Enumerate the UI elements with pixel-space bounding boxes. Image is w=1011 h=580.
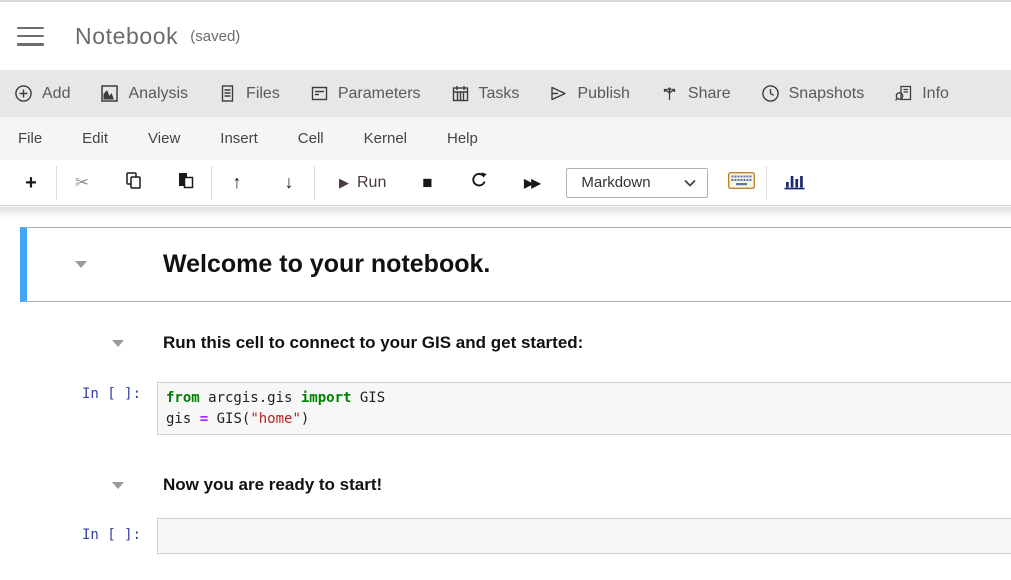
markdown-heading-1: Welcome to your notebook. [163, 250, 490, 279]
markdown-heading-3: Run this cell to connect to your GIS and… [163, 333, 583, 353]
fast-forward-icon: ▶▶ [524, 176, 538, 190]
page-title: Notebook [75, 23, 178, 50]
code-input-area-empty[interactable] [157, 518, 1011, 554]
app-header: Notebook (saved) [0, 2, 1011, 70]
cell-toolbar: + ✂ ↑ ↓ ▶ Run ■ ▶▶ Markdown [0, 160, 1011, 206]
cell-type-value: Markdown [581, 174, 650, 191]
restart-kernel-button[interactable] [464, 168, 494, 198]
toolbar-item-tasks[interactable]: Tasks [451, 84, 520, 103]
scissors-icon: ✂ [75, 173, 89, 193]
esri-toolbar: Add Analysis Files Parameters Tasks Publ… [0, 70, 1011, 117]
toolbar-item-label: Share [688, 85, 731, 103]
toolbar-divider [766, 166, 767, 200]
bar-chart-icon [783, 171, 806, 195]
collapse-toggle-icon[interactable] [112, 482, 124, 489]
toolbar-divider [314, 166, 315, 200]
move-cell-up-button[interactable]: ↑ [222, 168, 252, 198]
cut-cell-button[interactable]: ✂ [67, 168, 97, 198]
toolbar-item-label: Info [922, 85, 949, 103]
cell-type-dropdown[interactable]: Markdown [566, 168, 708, 198]
code-input-area[interactable]: from arcgis.gis import GISgis = GIS("hom… [157, 382, 1011, 435]
share-icon [660, 84, 679, 103]
arrow-down-icon: ↓ [285, 172, 294, 193]
toolbar-item-analysis[interactable]: Analysis [100, 84, 188, 103]
parameters-icon [310, 84, 329, 103]
toolbar-item-label: Analysis [128, 85, 188, 103]
open-analysis-view-button[interactable] [779, 168, 809, 198]
notebook-menu-bar: File Edit View Insert Cell Kernel Help [0, 117, 1011, 160]
plus-icon: + [25, 173, 37, 193]
toolbar-item-snapshots[interactable]: Snapshots [761, 84, 865, 103]
collapse-toggle-icon[interactable] [75, 261, 87, 268]
toolbar-item-info[interactable]: Info [894, 84, 949, 103]
keyboard-icon [728, 172, 755, 194]
files-icon [218, 84, 237, 103]
add-cell-button[interactable]: + [16, 168, 46, 198]
toolbar-item-publish[interactable]: Publish [549, 84, 629, 103]
copy-icon [125, 171, 143, 194]
interrupt-kernel-button[interactable]: ■ [412, 168, 442, 198]
info-icon [894, 84, 913, 103]
menu-help[interactable]: Help [447, 130, 478, 147]
menu-cell[interactable]: Cell [298, 130, 324, 147]
input-prompt: In [ ]: [82, 527, 141, 543]
plus-circle-icon [14, 84, 33, 103]
paste-cell-button[interactable] [171, 168, 201, 198]
toolbar-item-label: Files [246, 85, 280, 103]
toolbar-item-label: Publish [577, 85, 629, 103]
publish-icon [549, 84, 568, 103]
chevron-down-icon [684, 174, 696, 192]
toolbar-item-label: Parameters [338, 85, 421, 103]
toolbar-divider [211, 166, 212, 200]
notebook-content: Welcome to your notebook. Run this cell … [0, 207, 1011, 580]
toolbar-shadow [0, 207, 1011, 218]
copy-cell-button[interactable] [119, 168, 149, 198]
toolbar-item-share[interactable]: Share [660, 84, 731, 103]
toolbar-item-label: Add [42, 85, 70, 103]
input-prompt: In [ ]: [82, 386, 141, 402]
markdown-heading-3: Now you are ready to start! [163, 475, 382, 495]
toolbar-item-label: Tasks [479, 85, 520, 103]
markdown-cell-run-instruction[interactable]: Run this cell to connect to your GIS and… [0, 327, 1011, 359]
toolbar-item-add[interactable]: Add [14, 84, 70, 103]
analysis-icon [100, 84, 119, 103]
menu-insert[interactable]: Insert [220, 130, 258, 147]
stop-icon: ■ [422, 173, 432, 193]
tasks-icon [451, 84, 470, 103]
command-palette-button[interactable] [726, 168, 756, 198]
menu-kernel[interactable]: Kernel [364, 130, 407, 147]
menu-file[interactable]: File [18, 130, 42, 147]
toolbar-item-parameters[interactable]: Parameters [310, 84, 421, 103]
restart-icon [470, 171, 488, 194]
move-cell-down-button[interactable]: ↓ [274, 168, 304, 198]
toolbar-divider [56, 166, 57, 200]
markdown-cell-ready[interactable]: Now you are ready to start! [0, 469, 1011, 501]
hamburger-menu-icon[interactable] [17, 27, 44, 46]
paste-icon [177, 171, 195, 194]
menu-edit[interactable]: Edit [82, 130, 108, 147]
play-icon: ▶ [339, 175, 349, 191]
restart-run-all-button[interactable]: ▶▶ [516, 168, 546, 198]
run-cell-button[interactable]: ▶ Run [339, 174, 386, 192]
snapshots-icon [761, 84, 780, 103]
toolbar-item-label: Snapshots [789, 85, 865, 103]
arrow-up-icon: ↑ [233, 172, 242, 193]
collapse-toggle-icon[interactable] [112, 340, 124, 347]
markdown-cell-welcome[interactable]: Welcome to your notebook. [20, 227, 1011, 302]
menu-view[interactable]: View [148, 130, 180, 147]
toolbar-item-files[interactable]: Files [218, 84, 280, 103]
save-status: (saved) [190, 28, 240, 45]
run-label: Run [357, 174, 386, 192]
